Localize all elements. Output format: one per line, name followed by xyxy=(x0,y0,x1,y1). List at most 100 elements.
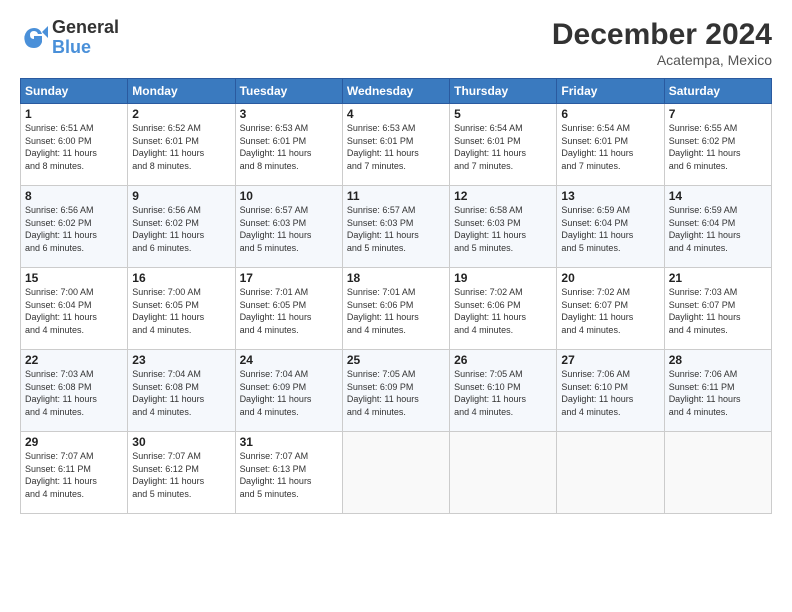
table-row: 6Sunrise: 6:54 AMSunset: 6:01 PMDaylight… xyxy=(557,104,664,186)
day-number: 1 xyxy=(25,107,123,121)
logo-general-text: General xyxy=(52,18,119,38)
col-sunday: Sunday xyxy=(21,79,128,104)
table-row xyxy=(664,432,771,514)
table-row: 7Sunrise: 6:55 AMSunset: 6:02 PMDaylight… xyxy=(664,104,771,186)
day-info: Sunrise: 6:54 AMSunset: 6:01 PMDaylight:… xyxy=(454,122,552,172)
day-number: 8 xyxy=(25,189,123,203)
day-info: Sunrise: 7:00 AMSunset: 6:05 PMDaylight:… xyxy=(132,286,230,336)
day-info: Sunrise: 6:57 AMSunset: 6:03 PMDaylight:… xyxy=(240,204,338,254)
table-row: 12Sunrise: 6:58 AMSunset: 6:03 PMDayligh… xyxy=(450,186,557,268)
day-number: 29 xyxy=(25,435,123,449)
table-row: 3Sunrise: 6:53 AMSunset: 6:01 PMDaylight… xyxy=(235,104,342,186)
table-row: 15Sunrise: 7:00 AMSunset: 6:04 PMDayligh… xyxy=(21,268,128,350)
day-info: Sunrise: 7:01 AMSunset: 6:05 PMDaylight:… xyxy=(240,286,338,336)
week-row-4: 22Sunrise: 7:03 AMSunset: 6:08 PMDayligh… xyxy=(21,350,772,432)
day-number: 16 xyxy=(132,271,230,285)
table-row: 24Sunrise: 7:04 AMSunset: 6:09 PMDayligh… xyxy=(235,350,342,432)
day-number: 25 xyxy=(347,353,445,367)
day-number: 10 xyxy=(240,189,338,203)
day-info: Sunrise: 6:56 AMSunset: 6:02 PMDaylight:… xyxy=(25,204,123,254)
header: General Blue December 2024 Acatempa, Mex… xyxy=(20,18,772,68)
day-info: Sunrise: 7:05 AMSunset: 6:10 PMDaylight:… xyxy=(454,368,552,418)
day-info: Sunrise: 7:06 AMSunset: 6:11 PMDaylight:… xyxy=(669,368,767,418)
day-info: Sunrise: 6:56 AMSunset: 6:02 PMDaylight:… xyxy=(132,204,230,254)
table-row: 19Sunrise: 7:02 AMSunset: 6:06 PMDayligh… xyxy=(450,268,557,350)
page: General Blue December 2024 Acatempa, Mex… xyxy=(0,0,792,612)
day-number: 3 xyxy=(240,107,338,121)
calendar-header-row: Sunday Monday Tuesday Wednesday Thursday… xyxy=(21,79,772,104)
day-info: Sunrise: 7:02 AMSunset: 6:07 PMDaylight:… xyxy=(561,286,659,336)
day-info: Sunrise: 7:03 AMSunset: 6:08 PMDaylight:… xyxy=(25,368,123,418)
logo-blue-text: Blue xyxy=(52,38,119,58)
day-number: 24 xyxy=(240,353,338,367)
col-tuesday: Tuesday xyxy=(235,79,342,104)
table-row: 9Sunrise: 6:56 AMSunset: 6:02 PMDaylight… xyxy=(128,186,235,268)
table-row: 18Sunrise: 7:01 AMSunset: 6:06 PMDayligh… xyxy=(342,268,449,350)
day-info: Sunrise: 6:53 AMSunset: 6:01 PMDaylight:… xyxy=(240,122,338,172)
table-row xyxy=(557,432,664,514)
day-info: Sunrise: 7:03 AMSunset: 6:07 PMDaylight:… xyxy=(669,286,767,336)
table-row: 30Sunrise: 7:07 AMSunset: 6:12 PMDayligh… xyxy=(128,432,235,514)
table-row: 8Sunrise: 6:56 AMSunset: 6:02 PMDaylight… xyxy=(21,186,128,268)
day-number: 5 xyxy=(454,107,552,121)
table-row: 21Sunrise: 7:03 AMSunset: 6:07 PMDayligh… xyxy=(664,268,771,350)
table-row: 11Sunrise: 6:57 AMSunset: 6:03 PMDayligh… xyxy=(342,186,449,268)
table-row: 1Sunrise: 6:51 AMSunset: 6:00 PMDaylight… xyxy=(21,104,128,186)
day-info: Sunrise: 6:59 AMSunset: 6:04 PMDaylight:… xyxy=(669,204,767,254)
table-row: 10Sunrise: 6:57 AMSunset: 6:03 PMDayligh… xyxy=(235,186,342,268)
table-row xyxy=(450,432,557,514)
table-row: 28Sunrise: 7:06 AMSunset: 6:11 PMDayligh… xyxy=(664,350,771,432)
col-wednesday: Wednesday xyxy=(342,79,449,104)
logo: General Blue xyxy=(20,18,119,58)
table-row: 31Sunrise: 7:07 AMSunset: 6:13 PMDayligh… xyxy=(235,432,342,514)
day-info: Sunrise: 6:54 AMSunset: 6:01 PMDaylight:… xyxy=(561,122,659,172)
day-info: Sunrise: 7:07 AMSunset: 6:13 PMDaylight:… xyxy=(240,450,338,500)
day-info: Sunrise: 6:58 AMSunset: 6:03 PMDaylight:… xyxy=(454,204,552,254)
day-number: 30 xyxy=(132,435,230,449)
logo-icon xyxy=(20,24,48,52)
day-number: 31 xyxy=(240,435,338,449)
day-info: Sunrise: 7:04 AMSunset: 6:09 PMDaylight:… xyxy=(240,368,338,418)
table-row: 26Sunrise: 7:05 AMSunset: 6:10 PMDayligh… xyxy=(450,350,557,432)
day-number: 12 xyxy=(454,189,552,203)
table-row xyxy=(342,432,449,514)
day-info: Sunrise: 7:07 AMSunset: 6:11 PMDaylight:… xyxy=(25,450,123,500)
table-row: 5Sunrise: 6:54 AMSunset: 6:01 PMDaylight… xyxy=(450,104,557,186)
table-row: 17Sunrise: 7:01 AMSunset: 6:05 PMDayligh… xyxy=(235,268,342,350)
day-number: 15 xyxy=(25,271,123,285)
logo-text: General Blue xyxy=(52,18,119,58)
week-row-1: 1Sunrise: 6:51 AMSunset: 6:00 PMDaylight… xyxy=(21,104,772,186)
day-info: Sunrise: 6:57 AMSunset: 6:03 PMDaylight:… xyxy=(347,204,445,254)
col-thursday: Thursday xyxy=(450,79,557,104)
month-title: December 2024 xyxy=(552,18,772,52)
calendar-table: Sunday Monday Tuesday Wednesday Thursday… xyxy=(20,78,772,514)
day-number: 28 xyxy=(669,353,767,367)
day-info: Sunrise: 6:53 AMSunset: 6:01 PMDaylight:… xyxy=(347,122,445,172)
day-number: 23 xyxy=(132,353,230,367)
table-row: 23Sunrise: 7:04 AMSunset: 6:08 PMDayligh… xyxy=(128,350,235,432)
day-info: Sunrise: 7:07 AMSunset: 6:12 PMDaylight:… xyxy=(132,450,230,500)
day-number: 19 xyxy=(454,271,552,285)
day-number: 6 xyxy=(561,107,659,121)
day-number: 13 xyxy=(561,189,659,203)
table-row: 20Sunrise: 7:02 AMSunset: 6:07 PMDayligh… xyxy=(557,268,664,350)
col-friday: Friday xyxy=(557,79,664,104)
week-row-2: 8Sunrise: 6:56 AMSunset: 6:02 PMDaylight… xyxy=(21,186,772,268)
day-number: 21 xyxy=(669,271,767,285)
day-number: 27 xyxy=(561,353,659,367)
day-number: 17 xyxy=(240,271,338,285)
col-monday: Monday xyxy=(128,79,235,104)
day-info: Sunrise: 7:00 AMSunset: 6:04 PMDaylight:… xyxy=(25,286,123,336)
day-info: Sunrise: 7:02 AMSunset: 6:06 PMDaylight:… xyxy=(454,286,552,336)
day-info: Sunrise: 7:04 AMSunset: 6:08 PMDaylight:… xyxy=(132,368,230,418)
day-number: 20 xyxy=(561,271,659,285)
day-number: 14 xyxy=(669,189,767,203)
day-info: Sunrise: 6:51 AMSunset: 6:00 PMDaylight:… xyxy=(25,122,123,172)
table-row: 16Sunrise: 7:00 AMSunset: 6:05 PMDayligh… xyxy=(128,268,235,350)
table-row: 27Sunrise: 7:06 AMSunset: 6:10 PMDayligh… xyxy=(557,350,664,432)
table-row: 25Sunrise: 7:05 AMSunset: 6:09 PMDayligh… xyxy=(342,350,449,432)
day-info: Sunrise: 6:59 AMSunset: 6:04 PMDaylight:… xyxy=(561,204,659,254)
day-info: Sunrise: 6:52 AMSunset: 6:01 PMDaylight:… xyxy=(132,122,230,172)
day-number: 11 xyxy=(347,189,445,203)
title-block: December 2024 Acatempa, Mexico xyxy=(552,18,772,68)
